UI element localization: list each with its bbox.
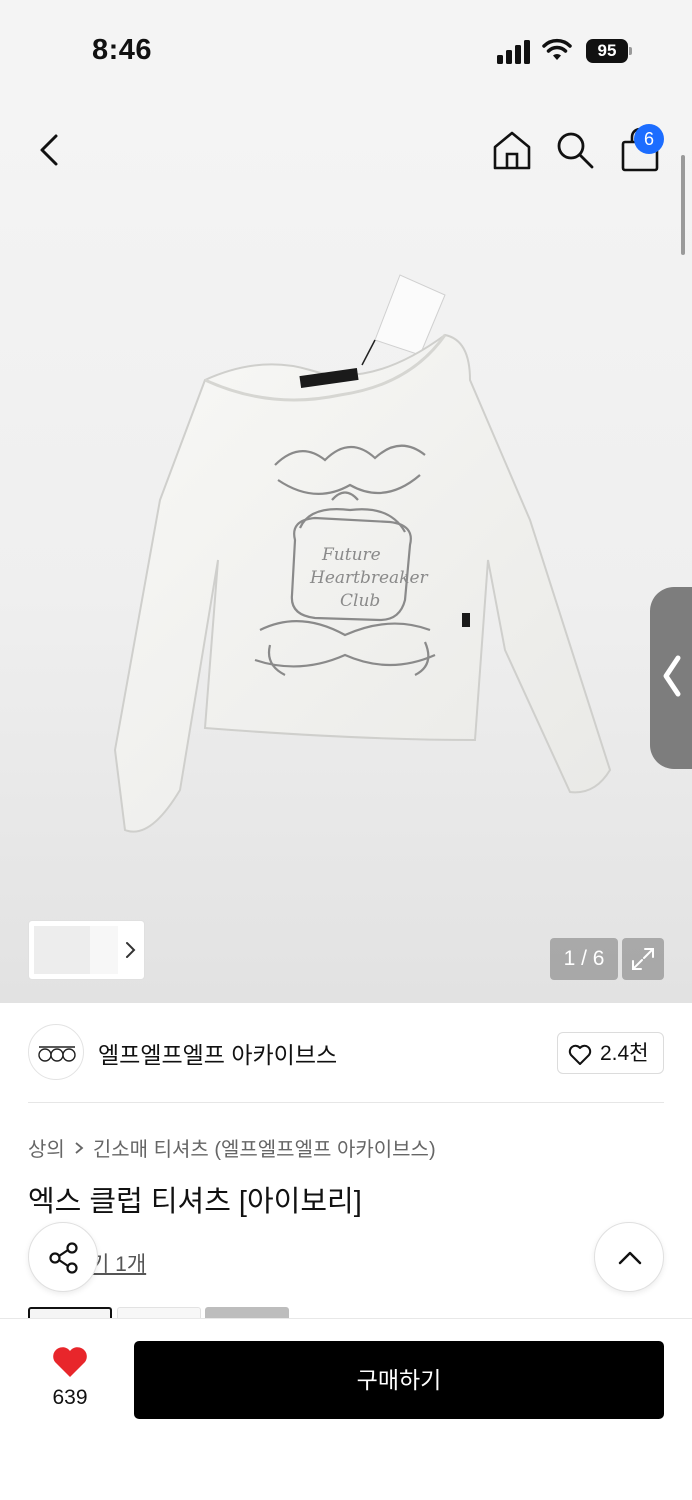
- svg-text:Future: Future: [321, 545, 381, 565]
- chevron-left-icon[interactable]: [660, 652, 684, 700]
- home-icon[interactable]: [490, 128, 534, 172]
- search-icon[interactable]: [555, 130, 595, 170]
- buy-button[interactable]: 구매하기: [134, 1341, 664, 1419]
- breadcrumb-subcategory[interactable]: 긴소매 티셔츠 (엘프엘프엘프 아카이브스): [93, 1133, 436, 1162]
- heart-icon[interactable]: [51, 1345, 89, 1379]
- heart-outline-icon: [568, 1044, 592, 1065]
- thumbnail-image[interactable]: [90, 926, 118, 974]
- battery-icon: 95: [586, 39, 632, 63]
- image-counter: 1 / 6: [550, 938, 618, 980]
- brand-like-count: 2.4천: [600, 1042, 649, 1065]
- like-count: 639: [52, 1386, 88, 1409]
- status-time: 8:46: [92, 34, 153, 66]
- share-button[interactable]: [28, 1222, 98, 1292]
- expand-button[interactable]: [622, 938, 664, 980]
- wifi-icon: [542, 38, 572, 60]
- share-icon: [49, 1242, 78, 1274]
- brand-like-button[interactable]: 2.4천: [557, 1032, 664, 1074]
- product-gallery[interactable]: 6 Future Heartbreaker Club 1 / 6: [0, 100, 692, 1003]
- status-bar: 8:46 95: [0, 0, 692, 100]
- review-link[interactable]: 기 1개: [90, 1248, 146, 1278]
- signal-icon: [497, 40, 530, 64]
- divider: [28, 1102, 664, 1103]
- scroll-indicator: [681, 155, 685, 255]
- expand-icon: [632, 948, 654, 970]
- product-title: 엑스 클럽 티셔츠 [아이보리]: [28, 1186, 362, 1218]
- svg-text:Heartbreaker: Heartbreaker: [309, 568, 429, 588]
- chevron-right-icon[interactable]: [122, 940, 138, 960]
- breadcrumb: 상의 긴소매 티셔츠 (엘프엘프엘프 아카이브스): [28, 1133, 436, 1162]
- battery-level: 95: [597, 41, 617, 60]
- scroll-top-button[interactable]: [594, 1222, 664, 1292]
- back-icon[interactable]: [30, 130, 70, 170]
- brand-logo-icon: [38, 1046, 76, 1062]
- breadcrumb-category[interactable]: 상의: [28, 1133, 65, 1162]
- svg-text:Club: Club: [340, 591, 380, 611]
- brand-logo[interactable]: [28, 1024, 84, 1080]
- brand-name[interactable]: 엘프엘프엘프 아카이브스: [98, 1036, 337, 1070]
- cart-count-badge: 6: [634, 124, 664, 154]
- chevron-up-icon: [618, 1251, 642, 1265]
- product-image[interactable]: Future Heartbreaker Club: [100, 270, 620, 840]
- chevron-right-icon: [75, 1141, 84, 1154]
- thumbnail-image[interactable]: [34, 926, 90, 974]
